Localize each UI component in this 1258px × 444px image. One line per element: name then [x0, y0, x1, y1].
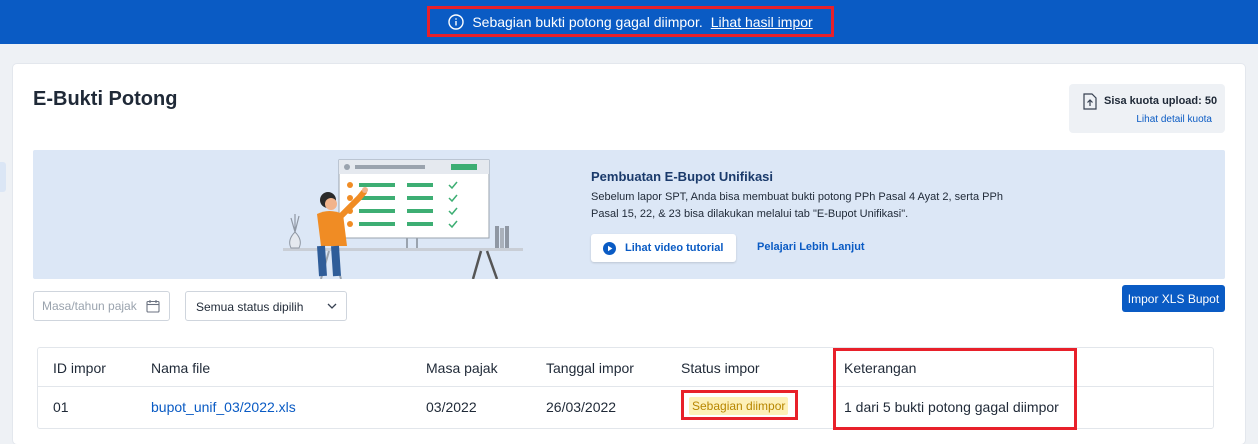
- banner-message: Sebagian bukti potong gagal diimpor.: [472, 13, 703, 30]
- note-column-highlight: [833, 348, 1077, 430]
- status-badge: Sebagian diimpor: [689, 397, 789, 415]
- calendar-icon[interactable]: [146, 299, 160, 313]
- row-date: 26/03/2022: [546, 399, 617, 415]
- quota-detail-link[interactable]: Lihat detail kuota: [1136, 114, 1212, 125]
- row-period: 03/2022: [426, 399, 477, 415]
- learn-more-link[interactable]: Pelajari Lebih Lanjut: [757, 241, 865, 253]
- header-period: Masa pajak: [426, 360, 498, 376]
- view-import-result-link[interactable]: Lihat hasil impor: [711, 14, 813, 30]
- page-title: E-Bukti Potong: [33, 88, 178, 110]
- row-file-link[interactable]: bupot_unif_03/2022.xls: [151, 399, 296, 415]
- watch-video-tutorial-button[interactable]: Lihat video tutorial: [591, 234, 736, 262]
- board-illustration-icon: [283, 159, 523, 279]
- promo-description: Sebelum lapor SPT, Anda bisa membuat buk…: [591, 191, 1003, 220]
- quota-panel: Sisa kuota upload: 50 Lihat detail kuota: [1069, 84, 1225, 133]
- video-button-label: Lihat video tutorial: [625, 242, 724, 254]
- quota-text: Sisa kuota upload: 50: [1104, 95, 1218, 107]
- banner-highlight: Sebagian bukti potong gagal diimpor. Lih…: [427, 6, 834, 37]
- info-icon: [448, 13, 465, 30]
- upload-file-icon: [1083, 93, 1097, 110]
- header-date: Tanggal impor: [546, 360, 634, 376]
- import-xls-bupot-button[interactable]: Impor XLS Bupot: [1122, 285, 1225, 312]
- header-file: Nama file: [151, 360, 211, 376]
- chevron-down-icon: [327, 303, 337, 309]
- notification-banner: Sebagian bukti potong gagal diimpor. Lih…: [0, 0, 1258, 44]
- sidebar-edge-tab[interactable]: [0, 162, 6, 192]
- status-filter-select[interactable]: Semua status dipilih: [185, 291, 347, 321]
- tax-period-field[interactable]: [33, 291, 170, 321]
- promo-banner: Pembuatan E-Bupot Unifikasi Sebelum lapo…: [33, 150, 1225, 279]
- header-status: Status impor: [681, 360, 760, 376]
- promo-title: Pembuatan E-Bupot Unifikasi: [591, 169, 774, 184]
- header-id: ID impor: [53, 360, 106, 376]
- play-circle-icon: [603, 241, 616, 255]
- status-filter-value: Semua status dipilih: [196, 300, 304, 314]
- tax-period-input[interactable]: [42, 299, 142, 313]
- import-table: ID impor Nama file Masa pajak Tanggal im…: [37, 347, 1214, 430]
- status-highlight: Sebagian diimpor: [681, 390, 798, 420]
- row-id: 01: [53, 399, 69, 415]
